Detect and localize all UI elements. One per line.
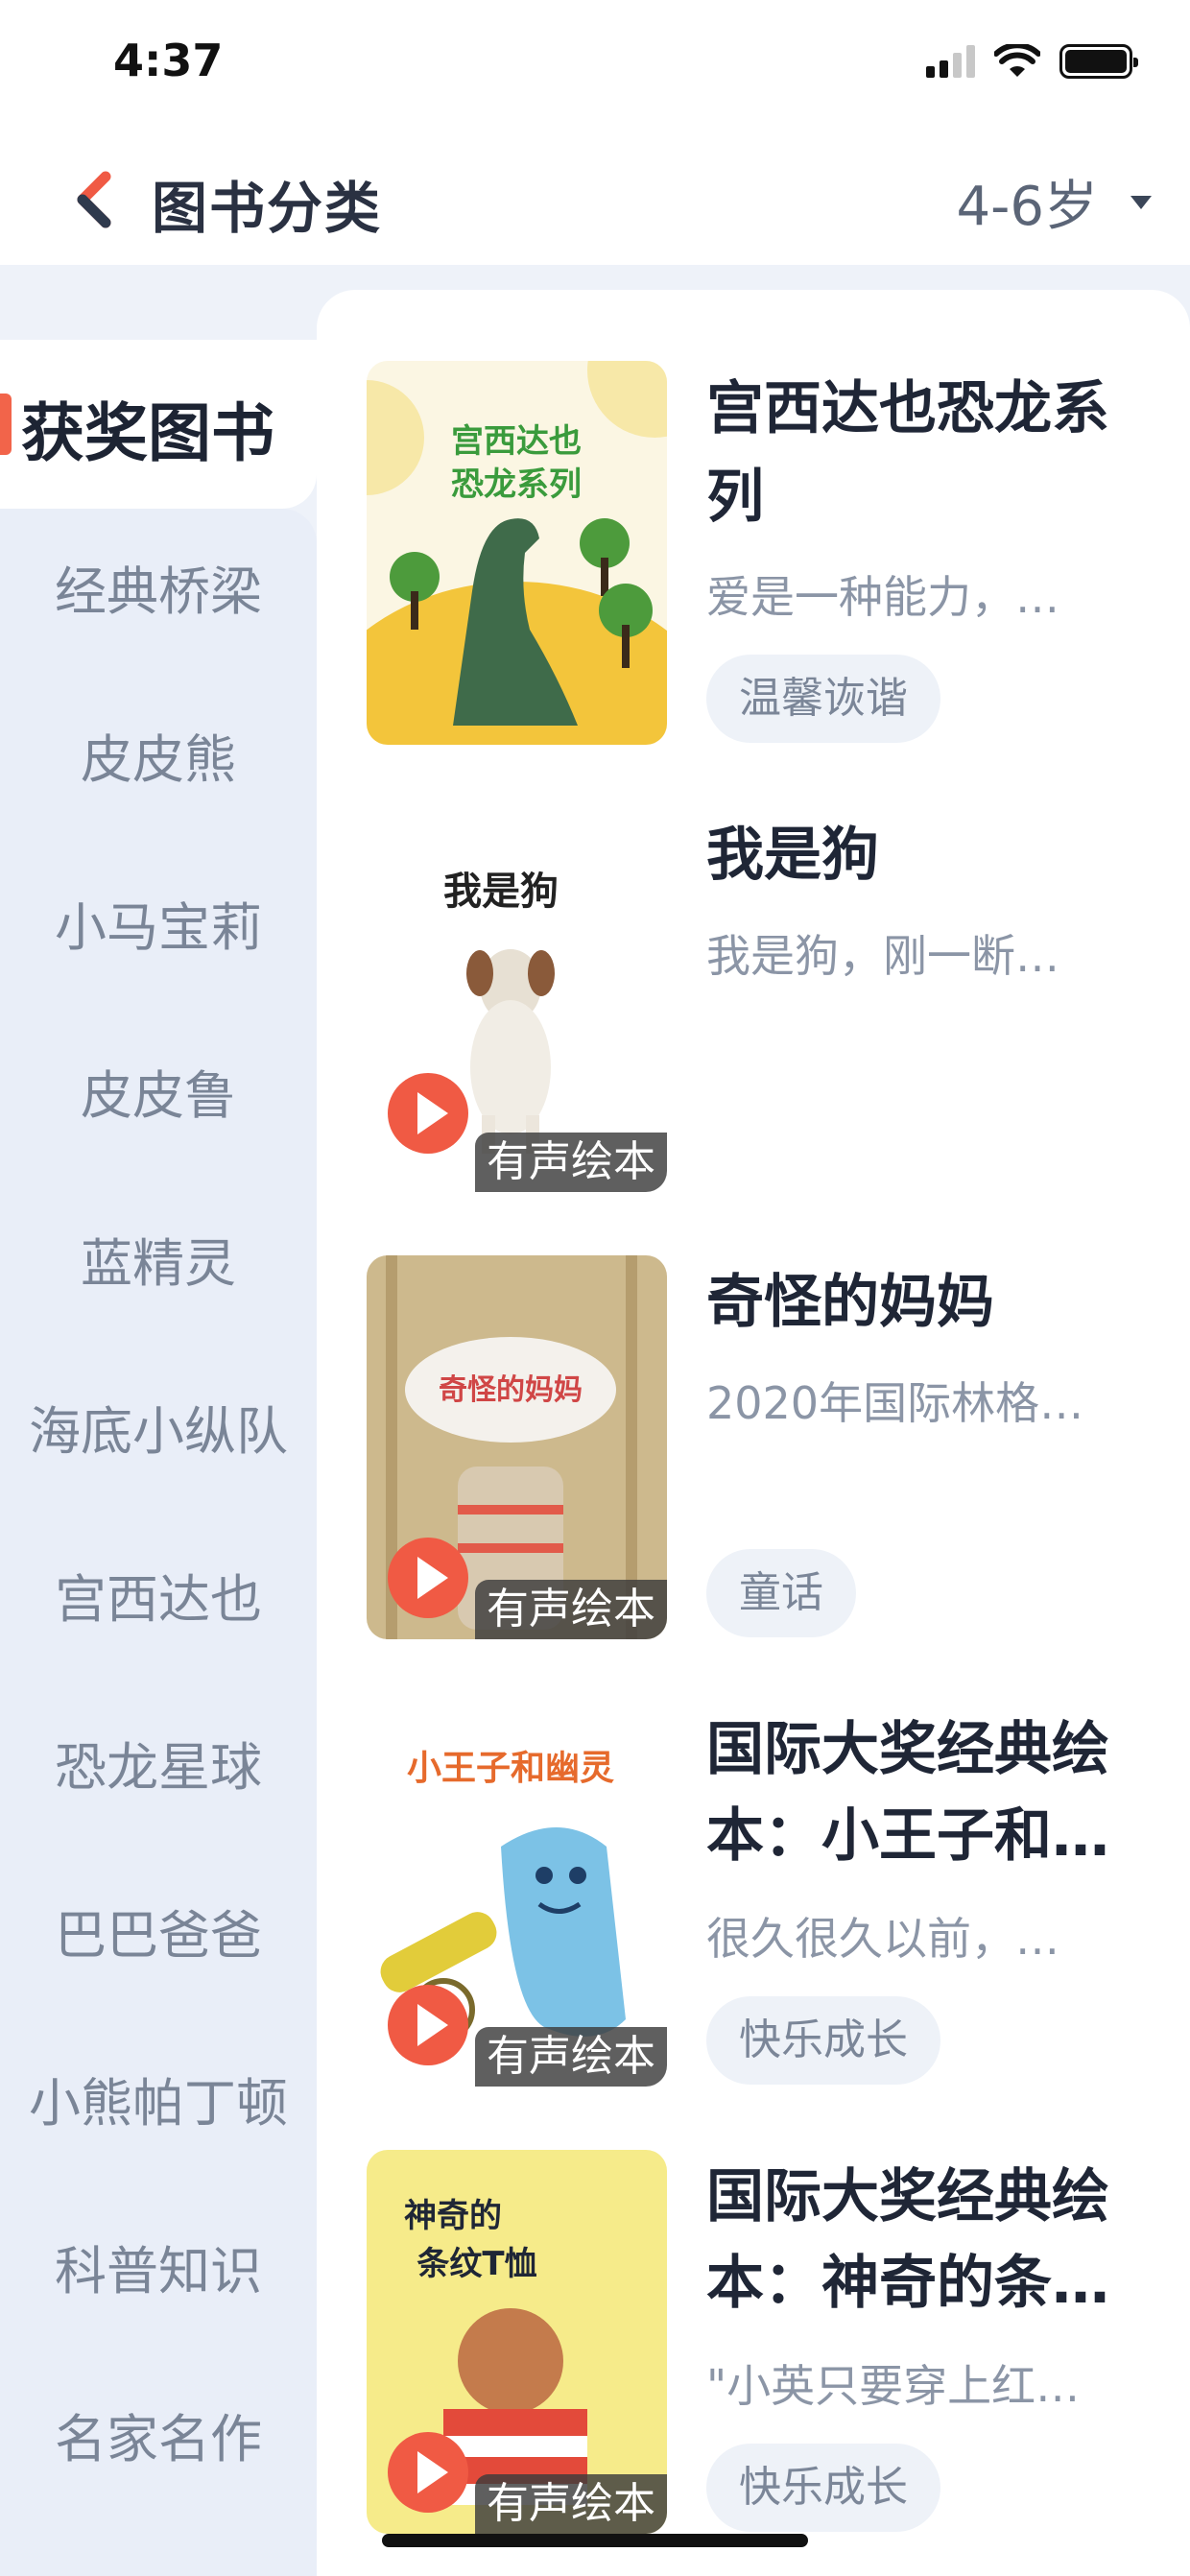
cover-title: 奇怪的妈妈: [439, 1373, 583, 1407]
book-cover: 奇怪的妈妈 有声绘本: [367, 1255, 667, 1639]
sidebar-item[interactable]: 恐龙星球: [0, 1725, 317, 1801]
age-filter-dropdown[interactable]: 4-6岁: [957, 163, 1152, 241]
book-title: 国际大奖经典绘本：神奇的条纹T恤: [706, 2154, 1148, 2326]
sidebar-item[interactable]: 小马宝莉: [0, 885, 317, 961]
book-title: 我是狗: [706, 822, 879, 889]
sidebar-item[interactable]: 蓝精灵: [0, 1221, 317, 1297]
book-item[interactable]: 神奇的 条纹T恤 有声绘本 国际大奖经典绘本：神奇的条纹T恤 "小英只要穿上红白…: [367, 2150, 1163, 2534]
chevron-down-icon: [1130, 195, 1152, 209]
book-cover-image: 宫西达也 恐龙系列: [367, 361, 667, 745]
sidebar-item[interactable]: 巴巴爸爸: [0, 1893, 317, 1968]
age-filter-label: 4-6岁: [956, 176, 1098, 238]
book-cover: 神奇的 条纹T恤 有声绘本: [367, 2150, 667, 2534]
sidebar-item[interactable]: 宫西达也: [0, 1557, 317, 1633]
book-tag: 快乐成长: [706, 2444, 940, 2532]
sidebar-item[interactable]: 名家名作: [0, 2397, 317, 2472]
book-title: 奇怪的妈妈: [706, 1269, 994, 1336]
play-button[interactable]: [388, 1073, 468, 1154]
category-sidebar: 获奖图书 经典桥梁 皮皮熊 小马宝莉 皮皮鲁 蓝精灵 海底小纵队 宫西达也 恐龙…: [0, 340, 317, 2576]
sidebar-item[interactable]: 小熊帕丁顿: [0, 2061, 317, 2136]
book-cover: 小王子和幽灵 有声绘本: [367, 1703, 667, 2087]
cover-title-line2: 条纹T恤: [416, 2245, 536, 2283]
sidebar-item[interactable]: 经典桥梁: [0, 549, 317, 625]
sidebar-item-active[interactable]: 获奖图书: [0, 340, 317, 509]
sidebar-item[interactable]: 皮皮鲁: [0, 1053, 317, 1129]
book-title-text: 国际大奖经典绘本：神奇的条纹T恤: [706, 2163, 1109, 2317]
sidebar-item[interactable]: 海底小纵队: [0, 1389, 317, 1465]
book-tag: 温馨诙谐: [706, 655, 940, 743]
page-title: 图书分类: [152, 176, 383, 241]
book-title: 宫西达也恐龙系列: [706, 365, 1148, 541]
book-title-text: 宫西达也恐龙系列: [706, 375, 1109, 531]
cover-title: 小王子和幽灵: [407, 1749, 614, 1788]
cover-title: 我是狗: [443, 869, 559, 914]
play-button[interactable]: [388, 2432, 468, 2513]
book-item[interactable]: 奇怪的妈妈 有声绘本 奇怪的妈妈 2020年国际林格伦纪念奖获奖作家作品 童话: [367, 1255, 1163, 1639]
status-bar: 4:37: [0, 0, 1190, 134]
book-description: 我是狗，刚一断奶就被送到了这个家: [706, 930, 1100, 982]
book-cover: 我是狗 有声绘本: [367, 808, 667, 1192]
home-indicator: [382, 2534, 808, 2547]
play-button[interactable]: [388, 1538, 468, 1618]
book-item[interactable]: 小王子和幽灵 有声绘本 国际大奖经典绘本：小王子和幽灵 很久很久以前，有一个小王…: [367, 1703, 1163, 2087]
battery-icon: [1059, 44, 1138, 79]
book-description: 爱是一种能力，每个人都需要学会如何去爱: [706, 571, 1100, 623]
audio-book-badge: 有声绘本: [475, 2027, 667, 2087]
book-description: "小英只要穿上红白条纹T恤": [706, 2360, 1100, 2412]
sidebar-item-label: 获奖图书: [21, 396, 274, 470]
cover-title-line1: 宫西达也: [451, 422, 582, 461]
status-icons: [926, 44, 1138, 79]
active-indicator: [0, 394, 12, 455]
audio-book-badge: 有声绘本: [475, 2474, 667, 2534]
back-arrow-icon[interactable]: [71, 171, 119, 228]
book-title-text: 国际大奖经典绘本：小王子和幽灵: [706, 1716, 1109, 1870]
book-description: 2020年国际林格伦纪念奖获奖作家作品: [706, 1377, 1100, 1429]
wifi-icon: [994, 44, 1040, 77]
sidebar-item[interactable]: 皮皮熊: [0, 717, 317, 793]
nav-bar: 图书分类 4-6岁: [0, 134, 1190, 265]
audio-book-badge: 有声绘本: [475, 1580, 667, 1639]
sidebar-item[interactable]: 科普知识: [0, 2229, 317, 2304]
book-tag: 童话: [706, 1549, 856, 1637]
cellular-signal-icon: [926, 45, 975, 78]
play-button[interactable]: [388, 1985, 468, 2065]
sidebar-list: 经典桥梁 皮皮熊 小马宝莉 皮皮鲁 蓝精灵 海底小纵队 宫西达也 恐龙星球 巴巴…: [0, 509, 317, 2576]
cover-title-line1: 神奇的: [404, 2197, 502, 2235]
book-item[interactable]: 我是狗 有声绘本 我是狗 我是狗，刚一断奶就被送到了这个家: [367, 808, 1163, 1192]
book-title: 国际大奖经典绘本：小王子和幽灵: [706, 1706, 1148, 1879]
book-tag: 快乐成长: [706, 1996, 940, 2085]
audio-book-badge: 有声绘本: [475, 1133, 667, 1192]
cover-title-line2: 恐龙系列: [451, 465, 582, 504]
book-item[interactable]: 宫西达也 恐龙系列 宫西达也恐龙系列 爱是一种能力，每个人都需要学会如何去爱 温…: [367, 361, 1163, 745]
status-time: 4:37: [113, 35, 224, 86]
book-description: 很久很久以前，有一个小王子: [706, 1913, 1100, 1965]
